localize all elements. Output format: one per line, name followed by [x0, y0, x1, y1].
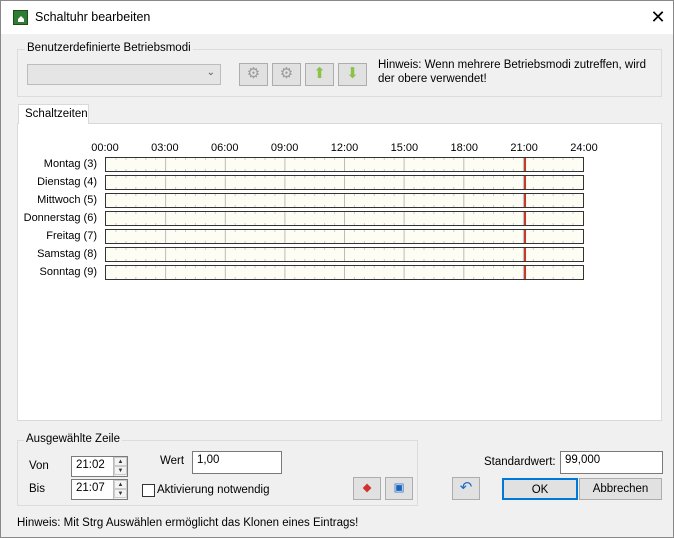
- tab-schaltzeiten[interactable]: Schaltzeiten: [18, 104, 89, 124]
- hour-label: 15:00: [390, 142, 419, 154]
- schedule-entry: [524, 194, 527, 207]
- modes-hint: Hinweis: Wenn mehrere Betriebsmodi zutre…: [378, 59, 647, 85]
- hour-label: 24:00: [570, 142, 598, 154]
- day-label: Samstag (8): [37, 248, 97, 260]
- hour-label: 06:00: [210, 142, 239, 154]
- day-timeline-row[interactable]: [105, 247, 584, 262]
- hour-label: 21:00: [510, 142, 538, 154]
- undo-button[interactable]: ↶: [452, 477, 480, 500]
- hour-label: 12:00: [330, 142, 359, 154]
- footer-hint: Hinweis: Mit Strg Auswählen ermöglicht d…: [17, 517, 359, 529]
- day-timeline-row[interactable]: [105, 265, 584, 280]
- ok-button[interactable]: OK: [502, 478, 578, 500]
- select-all-button[interactable]: ▣: [385, 477, 413, 500]
- activation-checkbox[interactable]: [142, 484, 155, 497]
- title-bar: Schaltuhr bearbeiten ✕: [1, 1, 673, 34]
- value-input[interactable]: 1,00: [192, 451, 282, 474]
- move-down-button[interactable]: ⬇: [338, 63, 367, 86]
- eraser-icon: ◆: [362, 482, 372, 494]
- gear-clock-delete-icon: ⚙: [279, 65, 294, 82]
- modes-group-label: Benutzerdefinierte Betriebsmodi: [25, 42, 193, 54]
- chevron-down-icon: ⌄: [206, 67, 215, 78]
- arrow-down-icon: ⬇: [346, 65, 359, 82]
- to-spinner[interactable]: ▲ ▼: [113, 480, 127, 499]
- day-label: Montag (3): [43, 158, 97, 170]
- activation-label: Aktivierung notwendig: [157, 484, 270, 496]
- hour-label: 00:00: [91, 142, 119, 154]
- window-title: Schaltuhr bearbeiten: [35, 10, 151, 24]
- select-rectangle-icon: ▣: [393, 482, 405, 494]
- from-spinner[interactable]: ▲ ▼: [113, 457, 127, 476]
- schedule-entry: [524, 266, 527, 279]
- gear-clock-add-icon: ⚙: [246, 65, 261, 82]
- hour-label: 03:00: [151, 142, 179, 154]
- app-icon: [13, 10, 28, 25]
- selected-row-label: Ausgewählte Zeile: [24, 433, 122, 445]
- delete-mode-button[interactable]: ⚙: [272, 63, 301, 86]
- default-value-input[interactable]: 99,000: [560, 451, 663, 474]
- dialog: Schaltuhr bearbeiten ✕ Benutzerdefiniert…: [0, 0, 674, 538]
- schedule-entry: [524, 176, 527, 189]
- arrow-up-icon: ⬆: [313, 65, 326, 82]
- schedule-entry: [524, 212, 527, 225]
- undo-arrow-icon: ↶: [459, 479, 473, 496]
- schedule-entry: [524, 158, 527, 171]
- to-label: Bis: [29, 483, 45, 495]
- schedule-entry: [524, 230, 527, 243]
- day-label: Dienstag (4): [37, 176, 97, 188]
- hour-label: 09:00: [270, 142, 299, 154]
- schedule-entry: [524, 248, 527, 261]
- day-label: Mittwoch (5): [37, 194, 97, 206]
- day-label: Freitag (7): [46, 230, 97, 242]
- close-button[interactable]: ✕: [645, 5, 671, 29]
- modes-select[interactable]: ⌄: [27, 64, 221, 85]
- day-label: Sonntag (9): [39, 266, 97, 278]
- from-time-input[interactable]: 21:02 ▲ ▼: [71, 456, 128, 477]
- value-label: Wert: [160, 455, 185, 467]
- day-timeline-row[interactable]: [105, 211, 584, 226]
- day-timeline-row[interactable]: [105, 175, 584, 190]
- cancel-button[interactable]: Abbrechen: [579, 478, 662, 500]
- to-time-input[interactable]: 21:07 ▲ ▼: [71, 479, 128, 500]
- day-label: Donnerstag (6): [23, 212, 97, 224]
- from-label: Von: [29, 460, 49, 472]
- hour-label: 18:00: [450, 142, 479, 154]
- move-up-button[interactable]: ⬆: [305, 63, 334, 86]
- to-time-value: 21:07: [76, 482, 105, 494]
- day-timeline-row[interactable]: [105, 229, 584, 244]
- day-timeline-row[interactable]: [105, 193, 584, 208]
- add-mode-button[interactable]: ⚙: [239, 63, 268, 86]
- default-value-label: Standardwert:: [484, 456, 556, 468]
- from-time-value: 21:02: [76, 459, 105, 471]
- clear-button[interactable]: ◆: [353, 477, 381, 500]
- day-timeline-row[interactable]: [105, 157, 584, 172]
